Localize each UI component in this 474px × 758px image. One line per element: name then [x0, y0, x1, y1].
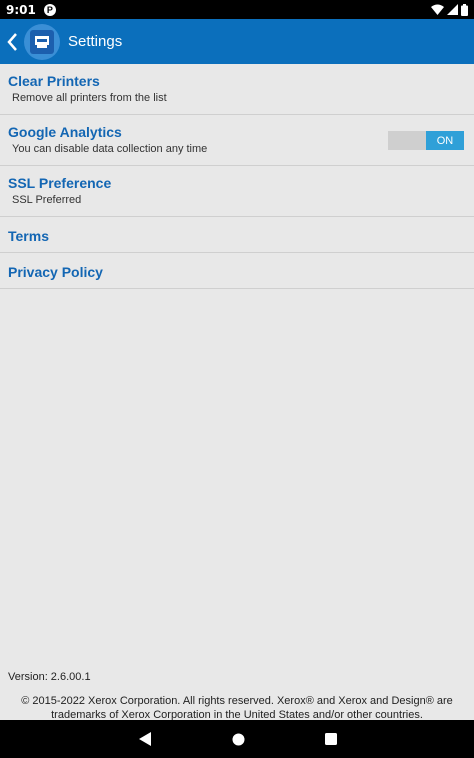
setting-subtitle: SSL Preferred — [12, 194, 82, 206]
nav-recent-apps-icon[interactable] — [324, 733, 337, 745]
status-time: 9:01 — [6, 2, 36, 17]
setting-title: SSL Preference — [8, 175, 112, 191]
battery-icon — [461, 3, 468, 16]
app-bar: Settings — [0, 19, 474, 64]
version-text: Version: 2.6.00.1 — [8, 671, 91, 683]
printer-icon — [30, 29, 54, 54]
setting-ssl-preference[interactable]: SSL Preference SSL Preferred — [0, 166, 474, 217]
setting-title: Privacy Policy — [8, 264, 103, 280]
analytics-toggle[interactable]: ON — [388, 131, 464, 150]
nav-home-icon[interactable] — [232, 733, 245, 746]
wifi-icon — [431, 4, 444, 15]
page-title: Settings — [68, 33, 123, 50]
setting-terms[interactable]: Terms — [0, 217, 474, 253]
setting-title: Clear Printers — [8, 73, 100, 89]
app-logo — [24, 23, 60, 60]
status-bar: 9:01 P — [0, 0, 474, 19]
setting-title: Terms — [8, 228, 49, 244]
setting-subtitle: Remove all printers from the list — [12, 92, 167, 104]
toggle-on-label: ON — [426, 131, 464, 150]
system-nav-bar — [0, 720, 474, 758]
back-arrow-icon[interactable] — [2, 19, 22, 64]
setting-clear-printers[interactable]: Clear Printers Remove all printers from … — [0, 64, 474, 115]
setting-google-analytics[interactable]: Google Analytics You can disable data co… — [0, 115, 474, 166]
signal-icon — [447, 4, 458, 15]
copyright-text: © 2015-2022 Xerox Corporation. All right… — [21, 695, 453, 721]
nav-back-icon[interactable] — [138, 732, 152, 746]
status-icons — [431, 3, 468, 16]
setting-privacy-policy[interactable]: Privacy Policy — [0, 253, 474, 289]
notification-p-icon: P — [43, 3, 56, 16]
settings-list: Clear Printers Remove all printers from … — [0, 64, 474, 289]
